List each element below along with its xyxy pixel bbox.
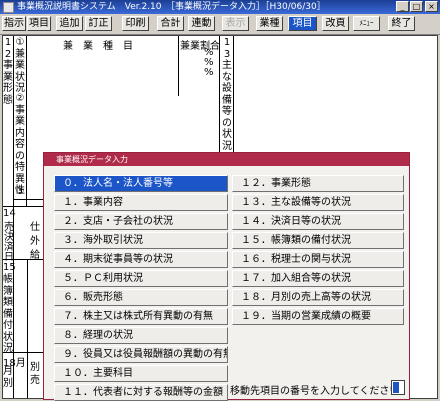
toolbar-button-gokei[interactable]: 合計 <box>157 16 184 31</box>
menu-item-02[interactable]: ２．支店・子会社の状況 <box>54 213 228 230</box>
menu-item-08[interactable]: ８．経理の状況 <box>54 327 228 344</box>
toolbar-button-shiji[interactable]: 指示 <box>2 16 26 31</box>
toolbar-button-tsuika[interactable]: 追加 <box>56 16 83 31</box>
text-caret <box>393 382 399 393</box>
toolbar-button-menu[interactable]: ﾒﾆｭｰ <box>353 16 380 31</box>
toolbar-button-insatsu[interactable]: 印刷 <box>122 16 149 31</box>
toolbar-button-teisei[interactable]: 訂正 <box>85 16 112 31</box>
dialog-title: 事業概況データ入力 <box>44 153 409 166</box>
menu-item-13[interactable]: １３．主な設備等の状況 <box>232 194 404 211</box>
section-18-text: 売 <box>30 375 40 386</box>
section-13-label: 13主な設備等の状況 <box>222 37 232 152</box>
section-14-text: 仕 <box>30 222 40 233</box>
window-title: 事業概況説明書システム Ver.2.10 ［事業概況データ入力］［H30/06/… <box>17 2 326 12</box>
section-15-chobo-label: 帳簿類備付状況 <box>3 274 13 354</box>
menu-item-18[interactable]: １８．月別の売上高等の状況 <box>232 289 404 306</box>
item-select-dialog: 事業概況データ入力 ０．法人名・法人番号等 １．事業内容 ２．支店・子会社の状況… <box>43 152 410 401</box>
section-14-text: 給 <box>30 250 40 261</box>
title-bar: 事業概況説明書システム Ver.2.10 ［事業概況データ入力］［H30/06/… <box>0 0 440 14</box>
section-12-tokuisei-label: ②事業内容の特異性 <box>15 93 25 196</box>
section-14-text: 外 <box>30 236 40 247</box>
percent-unit: % <box>204 67 214 78</box>
minimize-button[interactable]: _ <box>396 1 409 12</box>
grid-line <box>27 352 28 398</box>
toolbar-button-rendo[interactable]: 連動 <box>188 16 215 31</box>
toolbar-button-gyoshu[interactable]: 業種 <box>256 16 283 31</box>
kengyo-wariai-header: 兼業割合 <box>180 41 220 52</box>
section-15-label: 15 <box>3 262 16 273</box>
toolbar-button-komoku-active[interactable]: 項目 <box>288 16 317 31</box>
menu-item-11[interactable]: １１．代表者に対する報酬等の金額 <box>54 384 228 401</box>
toolbar-button-komoku[interactable]: 項目 <box>27 16 51 31</box>
menu-item-14[interactable]: １４．決済日等の状況 <box>232 213 404 230</box>
menu-item-17[interactable]: １７．加入組合等の状況 <box>232 270 404 287</box>
section-12-label: 12事業形態 <box>3 37 13 106</box>
app-icon <box>3 2 14 13</box>
section-18-getsubetsu-label: 月別 <box>3 366 13 389</box>
menu-item-04[interactable]: ４．期末従事員等の状況 <box>54 251 228 268</box>
menu-item-16[interactable]: １６．税理士の関与状況 <box>232 251 404 268</box>
grid-line <box>27 259 28 352</box>
menu-item-06[interactable]: ６．販売形態 <box>54 289 228 306</box>
toolbar-button-kaipe[interactable]: 改頁 <box>322 16 349 31</box>
section-12-sub3-label: ③ <box>15 186 25 197</box>
section-12-kengyo-label: ①兼業状況 <box>15 37 25 94</box>
toolbar-button-shuryo[interactable]: 終了 <box>388 16 415 31</box>
close-button[interactable]: × <box>425 1 438 12</box>
menu-item-00[interactable]: ０．法人名・法人番号等 <box>54 175 228 192</box>
menu-item-15[interactable]: １５．帳簿類の備付状況 <box>232 232 404 249</box>
toolbar-button-hyoji[interactable]: 表示 <box>222 16 249 31</box>
menu-item-12[interactable]: １２．事業形態 <box>232 175 404 192</box>
menu-item-03[interactable]: ３．海外取引状況 <box>54 232 228 249</box>
section-14-text: 日 <box>4 252 14 263</box>
grid-line <box>26 36 27 206</box>
kengyo-shumoku-header: 兼 業 種 目 <box>63 41 133 52</box>
grid-line <box>178 36 179 96</box>
menu-item-10[interactable]: １０．主要科目 <box>54 365 228 382</box>
toolbar: 指示 項目 追加 訂正 印刷 合計 連動 表示 業種 項目 改頁 ﾒﾆｭｰ 終了 <box>0 14 440 35</box>
menu-item-19[interactable]: １９．当期の営業成績の概要 <box>232 308 404 325</box>
maximize-button[interactable]: □ <box>410 1 423 12</box>
menu-item-05[interactable]: ５．ＰＣ利用状況 <box>54 270 228 287</box>
item-number-prompt: 移動先項目の番号を入力してください <box>230 386 400 397</box>
menu-item-07[interactable]: ７．株主又は株式所有異動の有無 <box>54 308 228 325</box>
menu-item-09[interactable]: ９．役員又は役員報酬額の異動の有無 <box>54 346 228 363</box>
menu-item-01[interactable]: １．事業内容 <box>54 194 228 211</box>
grid-line <box>233 36 234 156</box>
